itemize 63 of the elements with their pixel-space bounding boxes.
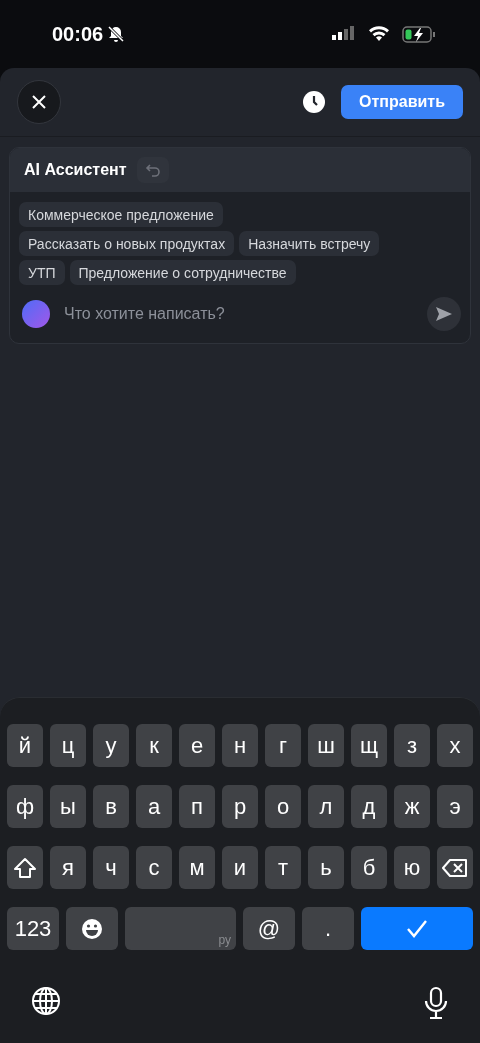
keyboard-key[interactable]: у — [93, 724, 129, 767]
keyboard-key[interactable]: ц — [50, 724, 86, 767]
suggestion-chip[interactable]: Коммерческое предложение — [19, 202, 223, 227]
keyboard-key[interactable]: н — [222, 724, 258, 767]
send-icon — [435, 306, 453, 322]
keyboard-key[interactable]: @ — [243, 907, 295, 950]
keyboard-key[interactable]: э — [437, 785, 473, 828]
close-icon — [32, 95, 46, 109]
keyboard-key[interactable]: щ — [351, 724, 387, 767]
keyboard-key[interactable]: д — [351, 785, 387, 828]
status-time: 00:06 — [52, 22, 104, 46]
keyboard-key[interactable]: а — [136, 785, 172, 828]
keyboard-key[interactable]: я — [50, 846, 86, 889]
keyboard-key[interactable]: . — [302, 907, 354, 950]
shift-icon — [13, 856, 37, 879]
keyboard-key[interactable]: м — [179, 846, 215, 889]
keyboard-key[interactable]: ь — [308, 846, 344, 889]
checkmark-icon — [405, 918, 429, 939]
keyboard-key[interactable]: ш — [308, 724, 344, 767]
keyboard-key[interactable]: р — [222, 785, 258, 828]
battery-icon — [402, 25, 436, 43]
keyboard-key[interactable]: п — [179, 785, 215, 828]
keyboard-key[interactable]: ы — [50, 785, 86, 828]
keyboard-key[interactable]: к — [136, 724, 172, 767]
backspace-key[interactable] — [437, 846, 473, 889]
send-button[interactable]: Отправить — [341, 85, 463, 119]
keyboard-key[interactable]: л — [308, 785, 344, 828]
keyboard-key[interactable]: ф — [7, 785, 43, 828]
backspace-icon — [442, 857, 468, 878]
prompt-field[interactable]: Что хотите написать? — [62, 304, 415, 324]
numbers-key[interactable]: 123 — [7, 907, 59, 950]
keyboard-key[interactable]: г — [265, 724, 301, 767]
send-icon-button[interactable] — [427, 297, 461, 331]
suggestion-chip[interactable]: Назначить встречу — [239, 231, 380, 256]
shift-key[interactable] — [7, 846, 43, 889]
keyboard-key[interactable]: б — [351, 846, 387, 889]
assistant-avatar — [22, 300, 50, 328]
keyboard-key[interactable]: е — [179, 724, 215, 767]
keyboard-key[interactable]: з — [394, 724, 430, 767]
microphone-icon[interactable] — [423, 986, 449, 1020]
suggestion-chip[interactable]: Рассказать о новых продуктах — [19, 231, 235, 256]
muted-bell-icon — [107, 25, 126, 43]
keyboard-key[interactable]: т — [265, 846, 301, 889]
suggestion-chip[interactable]: Предложение о сотрудничестве — [69, 260, 296, 285]
keyboard-key[interactable]: ю — [394, 846, 430, 889]
keyboard-key[interactable]: ж — [394, 785, 430, 828]
smiley-icon — [81, 917, 103, 940]
keyboard-key[interactable]: и — [222, 846, 258, 889]
card-title: AI Ассистент — [24, 161, 127, 179]
keyboard-key[interactable]: х — [437, 724, 473, 767]
undo-button[interactable] — [136, 157, 169, 183]
keyboard-key[interactable]: в — [93, 785, 129, 828]
undo-icon — [144, 162, 161, 178]
keyboard-key[interactable]: о — [265, 785, 301, 828]
emoji-key[interactable] — [66, 907, 118, 950]
keyboard-key[interactable]: ч — [93, 846, 129, 889]
suggestion-chip[interactable]: УТП — [19, 260, 65, 285]
schedule-button[interactable] — [303, 91, 326, 113]
keyboard-key[interactable]: с — [136, 846, 172, 889]
keyboard-key[interactable]: й — [7, 724, 43, 767]
close-button[interactable] — [17, 80, 61, 124]
signal-icon — [332, 26, 356, 42]
wifi-icon — [368, 26, 390, 42]
